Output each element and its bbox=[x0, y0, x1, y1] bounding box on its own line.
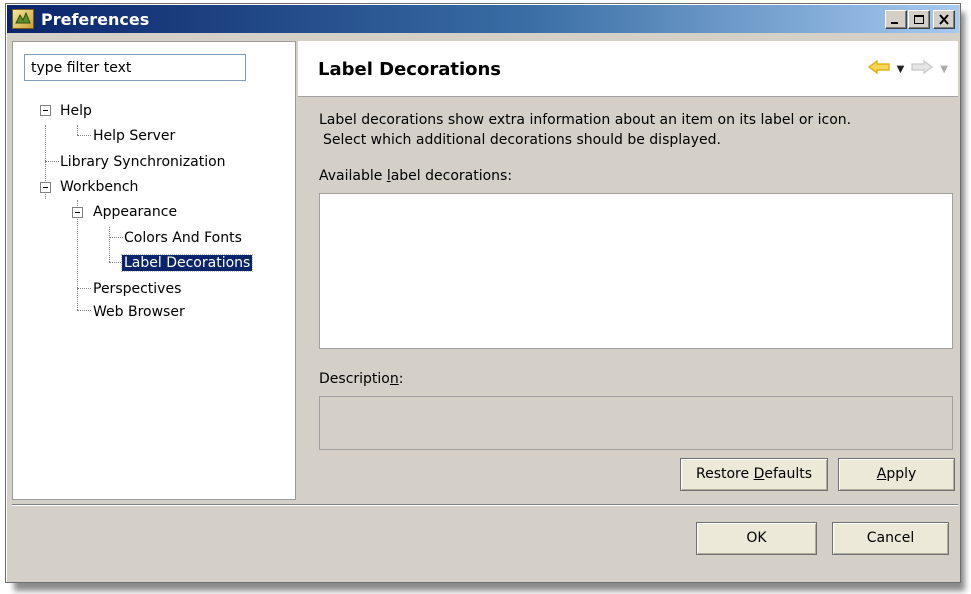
page-title: Label Decorations bbox=[318, 59, 502, 80]
page-header: Label Decorations ▼ ▼ bbox=[298, 41, 958, 97]
tree-item-colors-and-fonts[interactable]: Colors And Fonts bbox=[124, 228, 242, 248]
preference-page: Label Decorations ▼ ▼ Label decorations … bbox=[298, 41, 958, 500]
dropdown-icon[interactable]: ▼ bbox=[897, 64, 905, 75]
available-decorations-list[interactable] bbox=[319, 193, 953, 349]
tree-connector bbox=[77, 125, 78, 135]
minimize-button[interactable] bbox=[885, 10, 907, 29]
preferences-window: Preferences Help bbox=[5, 3, 961, 583]
tree-connector bbox=[109, 227, 110, 262]
collapse-icon[interactable] bbox=[72, 207, 83, 218]
page-description: Label decorations show extra information… bbox=[319, 112, 852, 148]
tree-item-library-synchronization[interactable]: Library Synchronization bbox=[60, 152, 226, 172]
tree-connector bbox=[77, 310, 91, 311]
title-bar[interactable]: Preferences bbox=[7, 5, 959, 33]
maximize-button[interactable] bbox=[908, 10, 930, 29]
description-label: Description: bbox=[319, 371, 404, 387]
tree-item-web-browser[interactable]: Web Browser bbox=[93, 302, 185, 322]
apply-button[interactable]: Apply bbox=[838, 458, 955, 491]
tree-connector bbox=[77, 288, 91, 289]
ok-button[interactable]: OK bbox=[696, 522, 817, 555]
forward-arrow-icon bbox=[910, 59, 934, 79]
app-icon bbox=[12, 9, 34, 29]
tree-item-help[interactable]: Help bbox=[60, 101, 92, 121]
tree-connector bbox=[109, 262, 121, 263]
tree-item-workbench[interactable]: Workbench bbox=[60, 177, 138, 197]
close-button[interactable] bbox=[933, 10, 955, 29]
tree-connector bbox=[109, 237, 123, 238]
tree-item-label-decorations[interactable]: Label Decorations bbox=[120, 253, 254, 273]
preferences-tree-pane: Help Help Server Library Synchronization… bbox=[12, 41, 296, 500]
back-arrow-icon[interactable] bbox=[867, 59, 891, 79]
collapse-icon[interactable] bbox=[40, 105, 51, 116]
collapse-icon[interactable] bbox=[40, 182, 51, 193]
tree-item-perspectives[interactable]: Perspectives bbox=[93, 279, 181, 299]
tree-item-help-server[interactable]: Help Server bbox=[93, 126, 175, 146]
tree-connector bbox=[45, 161, 59, 162]
dialog-divider bbox=[12, 504, 958, 506]
cancel-button[interactable]: Cancel bbox=[832, 522, 949, 555]
window-title: Preferences bbox=[41, 10, 150, 29]
restore-defaults-button[interactable]: Restore Defaults bbox=[680, 458, 828, 491]
tree-connector bbox=[77, 135, 91, 136]
dropdown-icon: ▼ bbox=[940, 63, 948, 75]
available-decorations-label: Available label decorations: bbox=[319, 168, 513, 184]
description-field bbox=[319, 396, 953, 450]
preferences-tree: Help Help Server Library Synchronization… bbox=[13, 42, 295, 499]
tree-item-appearance[interactable]: Appearance bbox=[93, 202, 177, 222]
